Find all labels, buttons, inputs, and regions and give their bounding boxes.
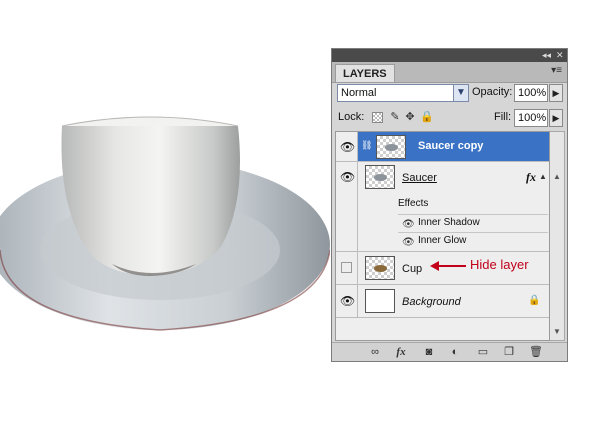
adjustment-icon[interactable]: ◐: [448, 345, 462, 359]
hidden-visibility-box[interactable]: [341, 262, 352, 273]
layers-panel: ◂◂ ✕ LAYERS ▾≡ Normal ▼ Opacity: 100% ▶ …: [331, 48, 568, 362]
cup-and-saucer-artwork: [0, 116, 330, 331]
layer-row-saucer-copy[interactable]: 👁 ⛓ Saucer copy: [336, 132, 549, 162]
fill-input[interactable]: 100%: [514, 109, 548, 127]
visibility-toggle[interactable]: 👁: [336, 285, 358, 317]
eye-icon[interactable]: 👁: [402, 237, 415, 248]
mask-icon[interactable]: ◙: [422, 345, 436, 359]
panel-titlebar[interactable]: ◂◂ ✕: [332, 49, 567, 62]
eye-icon[interactable]: 👁: [340, 171, 355, 183]
effect-name: Inner Shadow: [418, 217, 480, 228]
eye-icon[interactable]: 👁: [340, 295, 355, 307]
scroll-down-icon[interactable]: ▼: [553, 327, 561, 336]
new-layer-icon[interactable]: ❐: [502, 345, 516, 359]
fill-slider-button[interactable]: ▶: [549, 109, 563, 127]
opacity-label: Opacity:: [472, 86, 513, 98]
visibility-toggle[interactable]: [336, 252, 358, 284]
effect-inner-shadow[interactable]: 👁 Inner Shadow: [398, 214, 548, 232]
layer-name[interactable]: Saucer copy: [418, 140, 483, 152]
visibility-toggle[interactable]: 👁: [336, 132, 358, 161]
layer-row-saucer[interactable]: 👁 Saucer fx ▲ Effects 👁 Inner Shadow 👁 I…: [336, 162, 549, 252]
eye-icon[interactable]: 👁: [340, 141, 355, 153]
blend-mode-select[interactable]: Normal ▼: [337, 84, 469, 102]
eye-icon[interactable]: 👁: [402, 219, 415, 230]
group-icon[interactable]: ▭: [476, 345, 490, 359]
expand-effects-icon[interactable]: ▲: [539, 172, 547, 181]
layer-name[interactable]: Saucer: [402, 172, 437, 184]
layer-thumbnail[interactable]: [376, 135, 406, 159]
fill-label: Fill:: [494, 111, 512, 123]
layers-scrollbar[interactable]: ▲ ▼: [550, 131, 565, 341]
close-icon[interactable]: ✕: [556, 50, 564, 60]
chevron-down-icon[interactable]: ▼: [453, 84, 469, 102]
layer-row-background[interactable]: 👁 Background 🔒: [336, 285, 549, 318]
link-icon[interactable]: ∞: [368, 345, 382, 359]
layers-list: 👁 ⛓ Saucer copy 👁 Saucer fx ▲ Effects 👁 …: [335, 131, 550, 341]
lock-label: Lock:: [338, 111, 365, 123]
layer-name[interactable]: Cup: [402, 263, 422, 275]
fx-icon[interactable]: fx: [526, 170, 536, 185]
tab-row: LAYERS ▾≡: [332, 62, 567, 83]
link-chain-icon: ⛓: [361, 140, 373, 150]
layer-name[interactable]: Background: [402, 296, 461, 308]
arrow-shaft: [436, 265, 466, 267]
collapse-icon[interactable]: ◂◂: [542, 50, 551, 60]
blend-mode-value: Normal: [341, 87, 377, 99]
lock-all-icon[interactable]: 🔒: [420, 111, 434, 123]
scroll-up-icon[interactable]: ▲: [553, 172, 561, 181]
opacity-input[interactable]: 100%: [514, 84, 548, 102]
lock-transparent-icon[interactable]: [372, 112, 383, 123]
layer-thumbnail[interactable]: [365, 256, 395, 280]
visibility-toggle[interactable]: 👁: [336, 162, 358, 251]
tab-layers[interactable]: LAYERS: [335, 64, 395, 82]
panel-footer: ∞ fx ◙ ◐ ▭ ❐ 🗑: [332, 342, 567, 361]
panel-menu-icon[interactable]: ▾≡: [551, 65, 562, 76]
effect-name: Inner Glow: [418, 235, 467, 246]
fx-icon[interactable]: fx: [394, 345, 408, 359]
effects-label: Effects: [398, 198, 429, 209]
hide-layer-annotation: Hide layer: [430, 257, 542, 275]
trash-icon[interactable]: 🗑: [529, 345, 543, 359]
lock-brush-icon[interactable]: ✎: [389, 111, 401, 123]
layer-thumbnail[interactable]: [365, 165, 395, 189]
lock-icon: 🔒: [528, 295, 541, 306]
opacity-slider-button[interactable]: ▶: [549, 84, 563, 102]
lock-move-icon[interactable]: ✥: [404, 111, 416, 123]
effect-inner-glow[interactable]: 👁 Inner Glow: [398, 232, 548, 250]
layer-thumbnail[interactable]: [365, 289, 395, 313]
annotation-label: Hide layer: [470, 257, 529, 272]
